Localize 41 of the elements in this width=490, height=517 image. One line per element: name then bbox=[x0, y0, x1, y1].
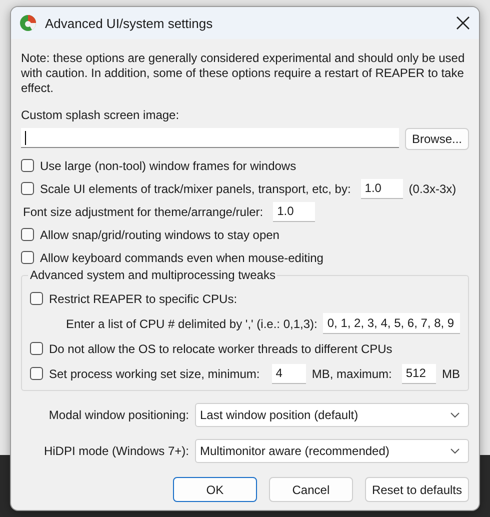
dropdown[interactable]: Last window position (default) bbox=[195, 403, 469, 427]
range-hint: (0.3x-3x) bbox=[408, 182, 456, 196]
minimum-field[interactable]: 4 bbox=[272, 364, 306, 384]
input-field[interactable]: 0, 1, 2, 3, 4, 5, 6, 7, 8, 9 bbox=[323, 313, 460, 334]
checkbox-label: Do not allow the OS to relocate worker threads to different CPUs bbox=[49, 342, 392, 356]
checkbox-label: Set process working set size, minimum: bbox=[49, 366, 260, 380]
field-label: Enter a list of CPU # delimited by ',' (i.e.: 0,1,3): bbox=[66, 316, 318, 330]
note-text: Note: these options are generally considered experimental and should only be used with caution. In addition, some of these options require a restart of REAPER to take effect. bbox=[21, 51, 466, 96]
close-icon bbox=[456, 16, 470, 30]
checkbox[interactable] bbox=[30, 342, 43, 355]
maximum-field[interactable]: 512 bbox=[402, 364, 436, 384]
dialog-button[interactable]: OK bbox=[172, 477, 257, 502]
chevron-down-icon bbox=[450, 448, 460, 454]
checkbox-label: Scale UI elements of track/mixer panels, transport, etc, by: bbox=[40, 182, 351, 196]
chevron-down-icon bbox=[450, 412, 460, 418]
checkbox[interactable] bbox=[21, 159, 34, 172]
checkbox[interactable] bbox=[30, 367, 43, 380]
checkbox-label: Allow keyboard commands even when mouse-editing bbox=[40, 250, 324, 264]
input-field[interactable]: 1.0 bbox=[273, 202, 316, 222]
splash-image-field[interactable] bbox=[21, 128, 399, 148]
dropdown[interactable]: Multimonitor aware (recommended) bbox=[195, 439, 469, 463]
select-label: Modal window positioning: bbox=[48, 408, 189, 422]
window-title: Advanced UI/system settings bbox=[45, 16, 214, 30]
checkbox-label: Restrict REAPER to specific CPUs: bbox=[49, 292, 238, 306]
checkbox[interactable] bbox=[21, 228, 34, 241]
field-label: Custom splash screen image: bbox=[21, 108, 180, 122]
scale-field[interactable]: 1.0 bbox=[360, 178, 403, 198]
checkbox[interactable] bbox=[30, 292, 43, 305]
checkbox[interactable] bbox=[21, 182, 34, 195]
group-title: Advanced system and multiprocessing tweaks bbox=[28, 268, 278, 282]
field-label: MB, maximum: bbox=[312, 366, 392, 380]
checkbox-label: Use large (non-tool) window frames for windows bbox=[40, 158, 296, 172]
checkbox-label: Allow snap/grid/routing windows to stay open bbox=[40, 228, 280, 242]
app-logo-icon bbox=[19, 14, 37, 32]
select-label: HiDPI mode (Windows 7+): bbox=[42, 444, 189, 458]
field-label: Font size adjustment for theme/arrange/ruler: bbox=[23, 204, 264, 218]
dialog-button[interactable]: Cancel bbox=[268, 477, 353, 502]
checkbox[interactable] bbox=[21, 251, 34, 264]
dialog-button[interactable]: Reset to defaults bbox=[364, 477, 469, 502]
unit-label: MB bbox=[442, 366, 460, 380]
browse-button[interactable]: Browse... bbox=[404, 128, 469, 150]
